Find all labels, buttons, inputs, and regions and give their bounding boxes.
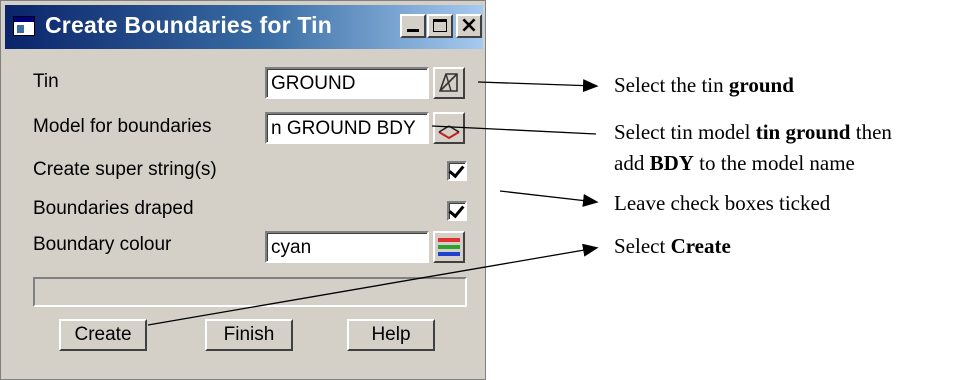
- annotation-select-tin: Select the tin ground: [614, 73, 794, 97]
- annotation-arrows: [147, 79, 599, 326]
- annotation-select-model: Select tin model tin ground then: [614, 120, 892, 144]
- annotation-checkboxes: Leave check boxes ticked: [614, 191, 831, 215]
- arrow-model: [431, 125, 597, 135]
- arrow-tin: [477, 79, 599, 93]
- annotation-add-bdy: add BDY to the model name: [614, 151, 855, 175]
- arrow-create: [147, 243, 599, 326]
- arrow-checkboxes: [499, 190, 599, 207]
- annotation-select-create: Select Create: [614, 234, 731, 258]
